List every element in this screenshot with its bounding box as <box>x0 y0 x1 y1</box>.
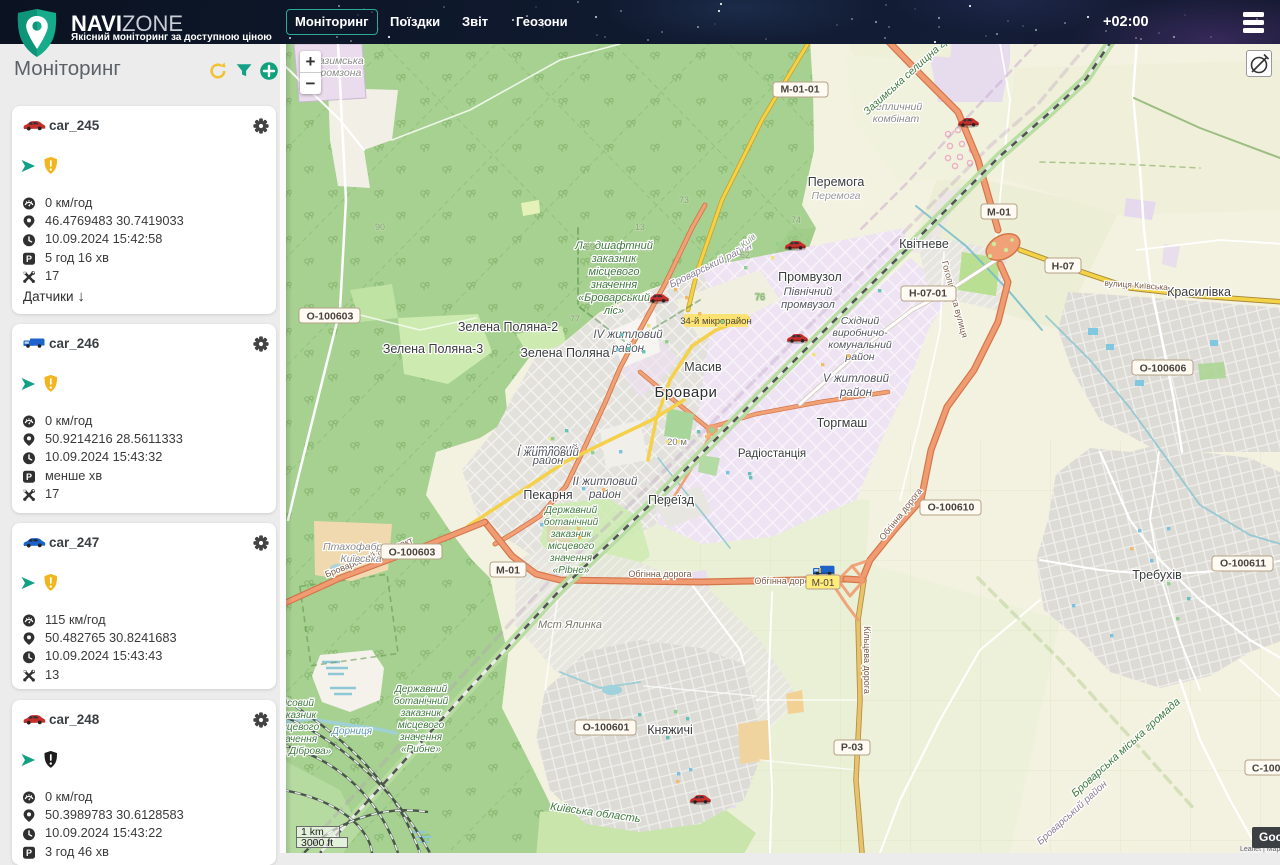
svg-text:місцевого: місцевого <box>548 541 595 552</box>
svg-text:С-10046: С-10046 <box>1252 763 1280 775</box>
svg-text:промвузол: промвузол <box>781 299 835 311</box>
svg-text:«Рibне»: «Рibне» <box>553 565 590 576</box>
svg-text:значення: значення <box>590 279 637 291</box>
svg-text:Квітневе: Квітневе <box>899 237 949 251</box>
svg-text:«Броварський: «Броварський <box>578 292 650 304</box>
svg-text:виробничо-: виробничо- <box>832 327 888 339</box>
svg-text:Північний: Північний <box>784 286 833 298</box>
svg-text:Масив: Масив <box>684 360 722 374</box>
svg-text:Княжичі: Княжичі <box>647 723 693 737</box>
svg-text:73: 73 <box>679 195 689 205</box>
svg-text:район: район <box>839 387 873 399</box>
svg-text:Торгмаш: Торгмаш <box>817 416 868 430</box>
svg-text:Красилівка: Красилівка <box>1167 285 1231 299</box>
svg-text:Р-03: Р-03 <box>841 742 863 754</box>
svg-text:IV житловий: IV житловий <box>593 329 663 341</box>
svg-text:Пекарня: Пекарня <box>523 488 572 502</box>
svg-text:Дорниця: Дорниця <box>331 726 373 737</box>
svg-text:62: 62 <box>740 250 750 260</box>
svg-text:значення: значення <box>399 732 443 743</box>
svg-text:Східний: Східний <box>841 315 880 327</box>
svg-text:ботанічний: ботанічний <box>394 695 449 707</box>
svg-text:Зелена Поляна-3: Зелена Поляна-3 <box>383 342 483 356</box>
svg-text:М-01-01: М-01-01 <box>780 84 819 96</box>
svg-text:«Рибне»: «Рибне» <box>401 743 441 755</box>
svg-text:Радіостанція: Радіостанція <box>738 448 806 460</box>
svg-text:Промвузол: Промвузол <box>778 270 842 284</box>
svg-text:комбінат: комбінат <box>873 113 920 125</box>
svg-text:P: P <box>26 848 32 858</box>
svg-text:О-100601: О-100601 <box>583 722 630 734</box>
svg-text:значення: значення <box>549 553 593 564</box>
svg-text:34-й мікрорайон: 34-й мікрорайон <box>680 316 751 327</box>
svg-text:69: 69 <box>585 242 595 252</box>
svg-text:М-01: М-01 <box>812 578 835 589</box>
svg-text:Перемога: Перемога <box>812 190 861 202</box>
svg-text:М-01: М-01 <box>496 565 520 577</box>
svg-text:Обгінна дорога: Обгінна дорога <box>628 569 691 579</box>
svg-text:Державний: Державний <box>394 684 448 695</box>
svg-text:заказник: заказник <box>591 253 637 265</box>
svg-text:заказник: заказник <box>400 708 443 719</box>
svg-text:О-100610: О-100610 <box>928 502 975 514</box>
svg-text:«Біла Діброва»: «Біла Діброва» <box>286 745 332 757</box>
svg-text:Зелена Поляна-2: Зелена Поляна-2 <box>458 320 558 334</box>
svg-text:13: 13 <box>635 222 645 232</box>
svg-text:І житловий: І житловий <box>517 447 579 459</box>
svg-text:ліс»: ліс» <box>603 305 624 317</box>
svg-text:77: 77 <box>570 314 580 324</box>
svg-text:Н-07: Н-07 <box>1052 261 1075 273</box>
svg-text:P: P <box>26 472 32 482</box>
svg-text:О-100606: О-100606 <box>1140 363 1187 375</box>
svg-text:комунальний: комунальний <box>828 339 892 351</box>
svg-text:М-01: М-01 <box>987 207 1011 219</box>
svg-text:О-100603: О-100603 <box>307 311 354 323</box>
svg-text:місцевого: місцевого <box>589 266 640 278</box>
svg-text:місцевого: місцевого <box>398 720 445 731</box>
svg-text:заказник: заказник <box>550 529 593 540</box>
svg-text:ІІ житловий: ІІ житловий <box>573 476 638 488</box>
svg-text:74: 74 <box>791 215 801 225</box>
svg-text:ботанічний: ботанічний <box>544 516 599 528</box>
svg-text:76: 76 <box>755 292 765 302</box>
svg-text:Кільцева дорога: Кільцева дорога <box>862 626 872 694</box>
svg-text:Перемога: Перемога <box>808 175 865 189</box>
svg-text:Державний: Державний <box>544 505 598 516</box>
svg-text:О-100603: О-100603 <box>389 547 436 559</box>
svg-text:V житловий: V житловий <box>823 373 890 385</box>
svg-text:промзона: промзона <box>315 67 362 79</box>
svg-text:90: 90 <box>375 222 385 232</box>
svg-text:Зелена Поляна: Зелена Поляна <box>520 346 609 360</box>
svg-text:P: P <box>26 254 32 264</box>
svg-text:Мст Ялинка: Мст Ялинка <box>538 619 602 631</box>
svg-text:Бровари: Бровари <box>655 384 718 401</box>
svg-text:Київська: Київська <box>340 553 381 565</box>
svg-text:О-100611: О-100611 <box>1220 558 1266 570</box>
svg-text:Переїзд: Переїзд <box>648 493 695 507</box>
svg-text:Требухів: Требухів <box>1132 568 1182 582</box>
svg-text:Н-07-01: Н-07-01 <box>909 288 947 300</box>
